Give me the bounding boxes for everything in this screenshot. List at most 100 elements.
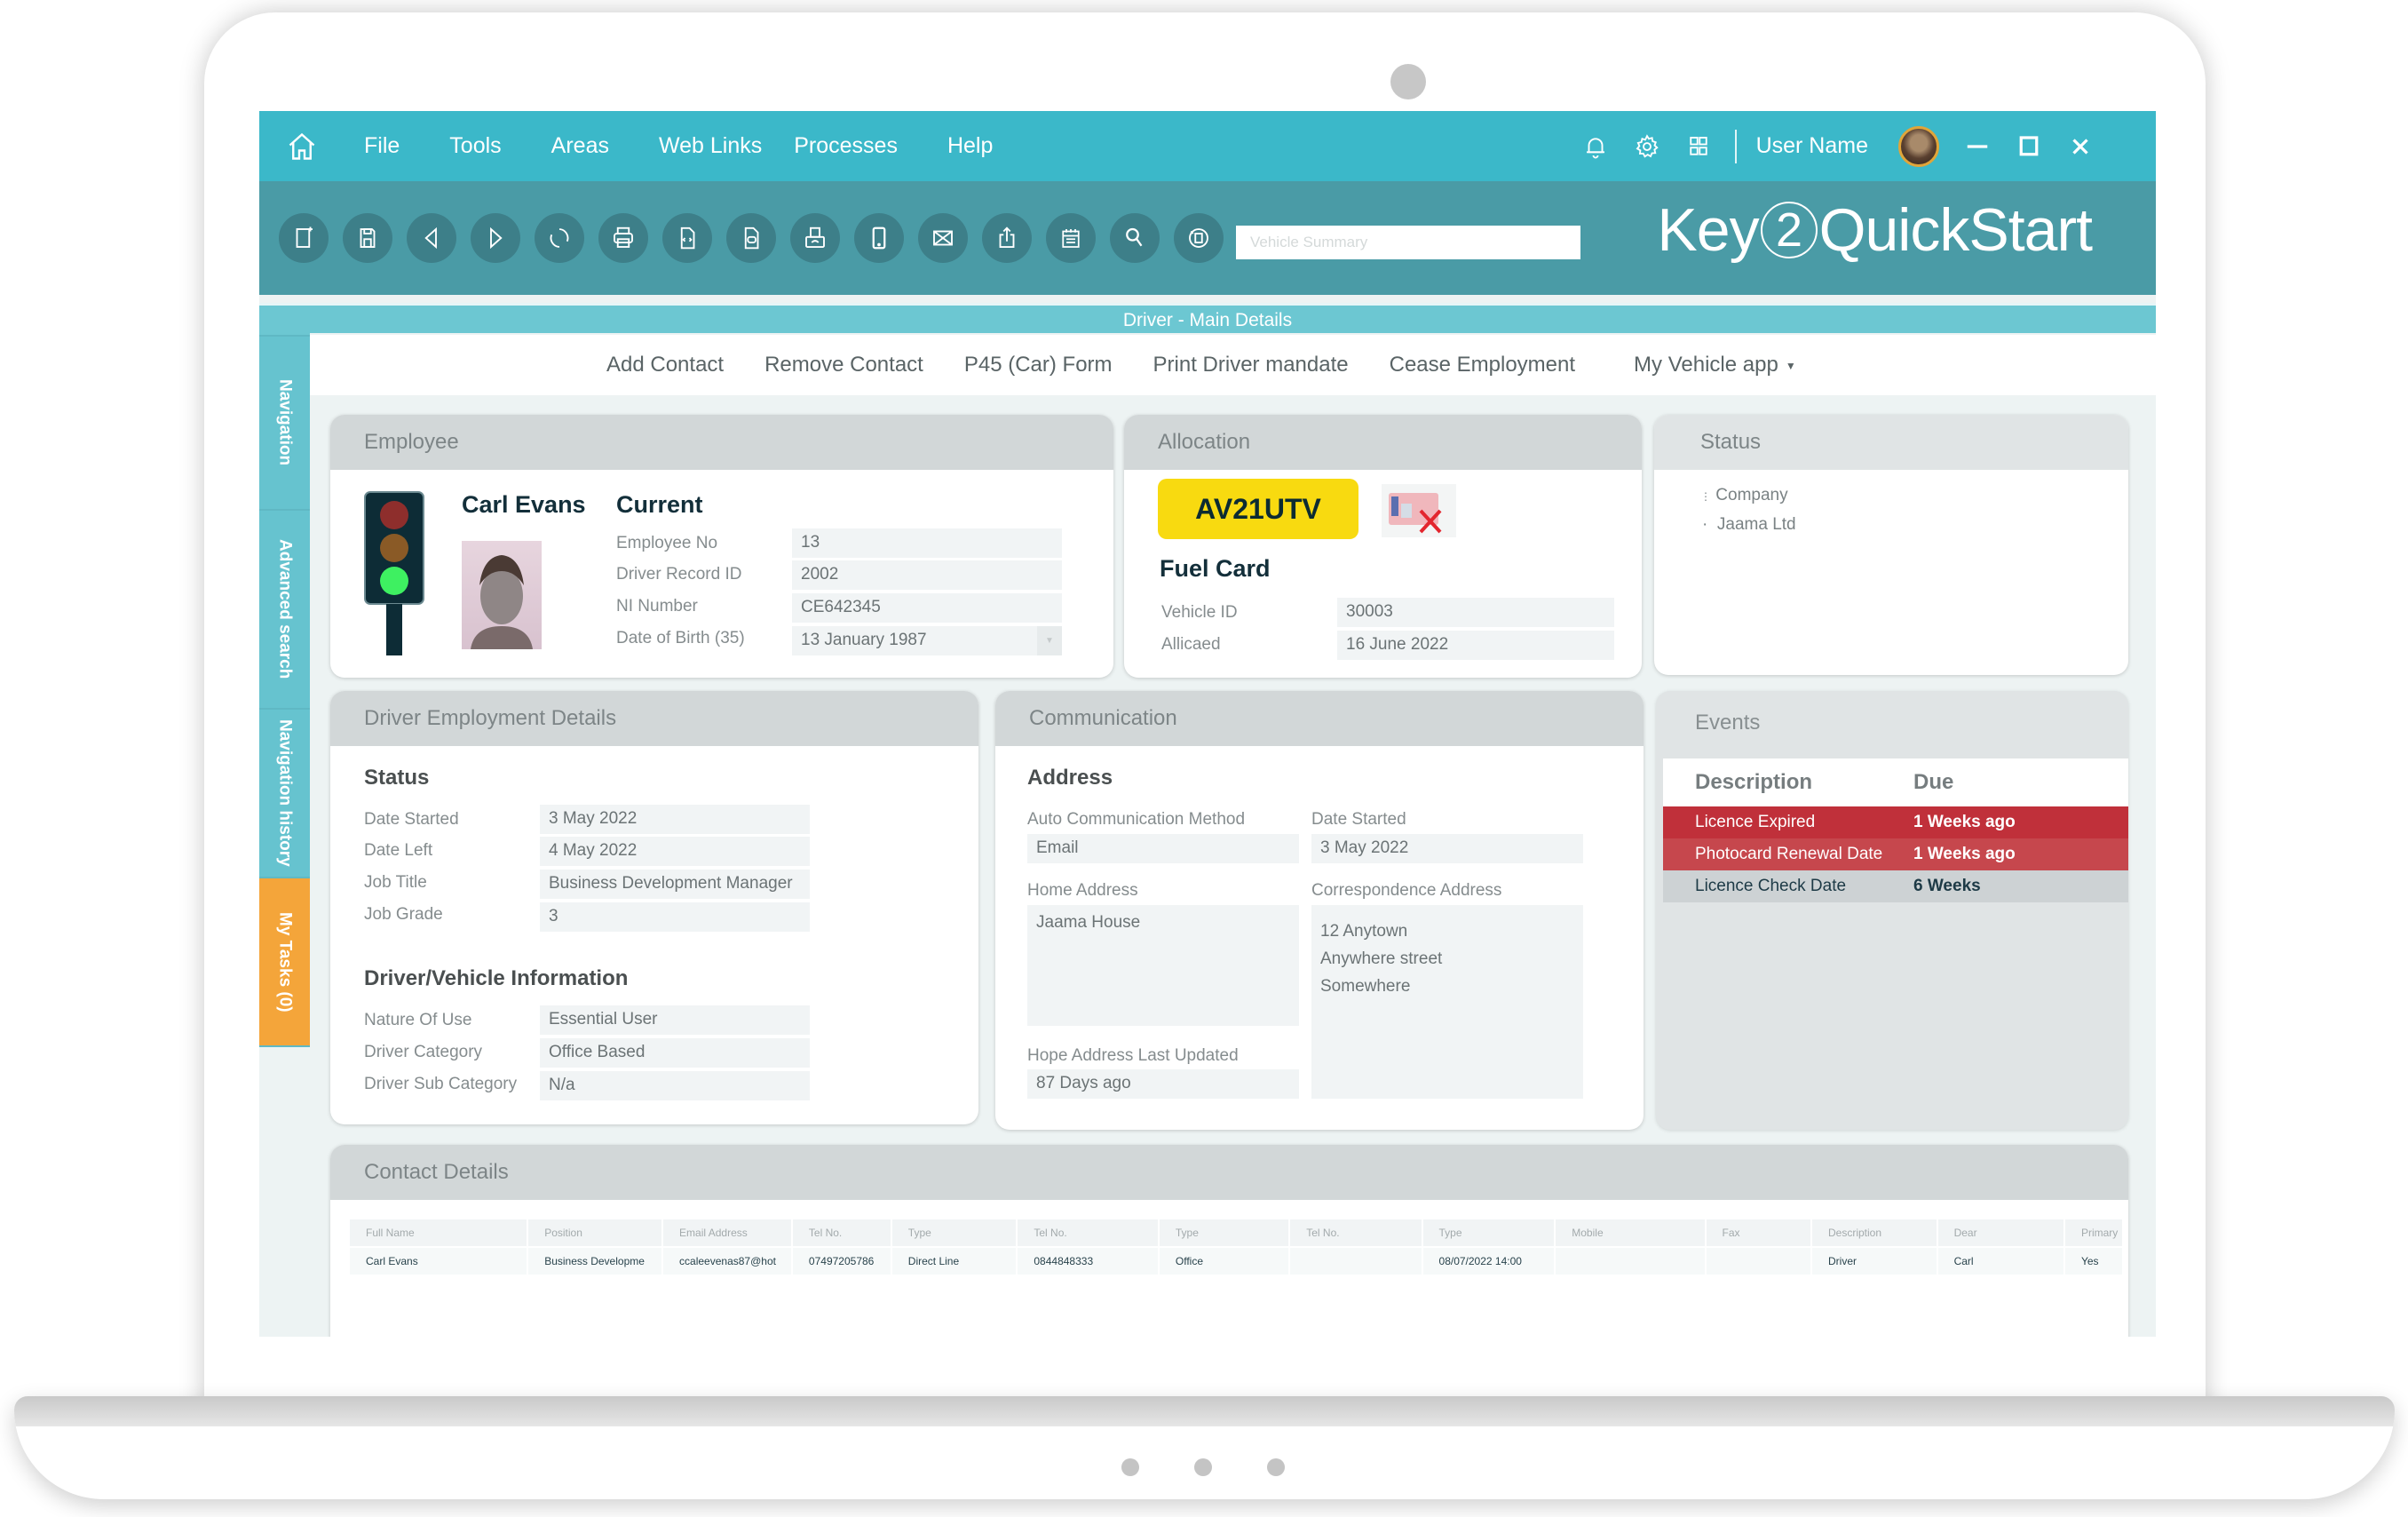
- communication-date-started-field[interactable]: 3 May 2022: [1311, 834, 1583, 863]
- menu-areas[interactable]: Areas: [551, 133, 609, 159]
- contact-cell: Yes: [2064, 1248, 2122, 1275]
- save-button[interactable]: [343, 213, 392, 263]
- field-label: Date of Birth (35): [616, 629, 745, 647]
- field-label: Auto Communication Method: [1027, 810, 1246, 829]
- event-row[interactable]: Photocard Renewal Date 1 Weeks ago: [1663, 838, 2128, 870]
- vehicle-summary-search-input[interactable]: [1236, 226, 1580, 259]
- document-export-button[interactable]: [662, 213, 712, 263]
- ni-number-field[interactable]: CE642345: [792, 593, 1062, 623]
- close-icon[interactable]: [2067, 133, 2094, 160]
- allocated-date-field[interactable]: 16 June 2022: [1337, 631, 1614, 660]
- correspondence-address-field[interactable]: 12 Anytown Anywhere street Somewhere: [1311, 905, 1583, 1099]
- contact-cell: [1706, 1248, 1810, 1275]
- job-grade-field[interactable]: 3: [540, 902, 810, 932]
- panel-title: Contact Details: [330, 1145, 2128, 1200]
- contact-row[interactable]: Carl Evans Business Developme ccaleevenas8…: [350, 1248, 2122, 1275]
- menu-right-controls: User Name: [1557, 111, 2094, 181]
- column-header[interactable]: Dear: [1937, 1219, 2063, 1246]
- event-due: 1 Weeks ago: [1913, 813, 2016, 831]
- history-button[interactable]: [1174, 213, 1224, 263]
- event-row[interactable]: Licence Check Date 6 Weeks: [1663, 870, 2128, 902]
- column-header[interactable]: Type: [1422, 1219, 1555, 1246]
- column-header[interactable]: Mobile: [1556, 1219, 1705, 1246]
- share-button[interactable]: [982, 213, 1032, 263]
- my-vehicle-app-label: My Vehicle app: [1634, 353, 1778, 377]
- vehicle-id-field[interactable]: 30003: [1337, 598, 1614, 627]
- column-header[interactable]: Tel No.: [1290, 1219, 1422, 1246]
- column-header[interactable]: Tel No.: [1018, 1219, 1158, 1246]
- driver-record-id-field[interactable]: 2002: [792, 560, 1062, 590]
- date-of-birth-field[interactable]: 13 January 1987 ▼: [792, 626, 1062, 655]
- tree-expand-icon[interactable]: ⋮: [1700, 490, 1711, 503]
- column-header[interactable]: Position: [528, 1219, 662, 1246]
- menu-processes[interactable]: Processes: [794, 133, 898, 159]
- mobile-button[interactable]: [854, 213, 904, 263]
- indicator-dot: [1121, 1458, 1139, 1476]
- new-document-button[interactable]: [279, 213, 329, 263]
- maximize-icon[interactable]: [2016, 133, 2042, 160]
- nature-of-use-field[interactable]: Essential User: [540, 1005, 810, 1035]
- contact-details-panel: Contact Details Full Name Position Email A…: [330, 1145, 2128, 1337]
- home-icon[interactable]: [286, 131, 318, 163]
- home-address-last-updated-field[interactable]: 87 Days ago: [1027, 1069, 1299, 1099]
- email-button[interactable]: [918, 213, 968, 263]
- date-left-field[interactable]: 4 May 2022: [540, 837, 810, 866]
- column-header[interactable]: Type: [1159, 1219, 1289, 1246]
- sidebar-tab-my-tasks[interactable]: My Tasks (0): [259, 878, 310, 1047]
- user-avatar[interactable]: [1898, 125, 1939, 167]
- my-vehicle-app-dropdown[interactable]: My Vehicle app ▼: [1634, 353, 1796, 377]
- apps-grid-icon[interactable]: [1685, 133, 1712, 160]
- employee-no-field[interactable]: 13: [792, 528, 1062, 558]
- column-header[interactable]: Email Address: [663, 1219, 791, 1246]
- column-header[interactable]: Type: [891, 1219, 1017, 1246]
- p45-form-button[interactable]: P45 (Car) Form: [964, 353, 1113, 377]
- panel-title: Events: [1695, 711, 1761, 735]
- bell-icon[interactable]: [1582, 133, 1609, 160]
- vehicle-registration-plate[interactable]: AV21UTV: [1158, 479, 1358, 539]
- driver-category-field[interactable]: Office Based: [540, 1038, 810, 1068]
- event-description: Photocard Renewal Date: [1695, 845, 1883, 863]
- sidebar-tab-navigation-history[interactable]: Navigation history: [259, 710, 310, 878]
- driver-sub-category-field[interactable]: N/a: [540, 1071, 810, 1100]
- job-title-field[interactable]: Business Development Manager: [540, 870, 810, 899]
- menu-bar: File Tools Areas Web Links Processes Hel…: [259, 111, 2156, 181]
- home-address-field[interactable]: Jaama House: [1027, 905, 1299, 1026]
- column-header[interactable]: Primary: [2064, 1219, 2122, 1246]
- field-label: Correspondence Address: [1311, 881, 1502, 900]
- user-name[interactable]: User Name: [1756, 133, 1868, 159]
- print-driver-mandate-button[interactable]: Print Driver mandate: [1153, 353, 1349, 377]
- column-header-description[interactable]: Description: [1663, 770, 1913, 795]
- fax-button[interactable]: [790, 213, 840, 263]
- event-row[interactable]: Licence Expired 1 Weeks ago: [1663, 806, 2128, 838]
- sidebar-tab-advanced-search[interactable]: Advanced search: [259, 511, 310, 710]
- tree-node-company[interactable]: ⋮ Company: [1700, 486, 1788, 505]
- calendar-button[interactable]: [1046, 213, 1096, 263]
- menu-file[interactable]: File: [364, 133, 400, 159]
- minimize-icon[interactable]: [1964, 133, 1991, 160]
- sidebar-tab-navigation[interactable]: Navigation: [259, 337, 310, 511]
- column-header[interactable]: Tel No.: [792, 1219, 891, 1246]
- dropdown-arrow-icon[interactable]: ▼: [1037, 626, 1062, 655]
- menu-web-links[interactable]: Web Links: [659, 133, 762, 159]
- forward-button[interactable]: [471, 213, 520, 263]
- brand-logo: Key 2 QuickStart: [1657, 195, 2093, 265]
- back-button[interactable]: [407, 213, 456, 263]
- search-button[interactable]: [1110, 213, 1160, 263]
- menu-tools[interactable]: Tools: [449, 133, 501, 159]
- tree-node-jaama-ltd[interactable]: · Jaama Ltd: [1702, 515, 1796, 535]
- column-header-due[interactable]: Due: [1913, 770, 2128, 795]
- print-button[interactable]: [598, 213, 648, 263]
- column-header[interactable]: Fax: [1706, 1219, 1810, 1246]
- menu-help[interactable]: Help: [947, 133, 993, 159]
- column-header[interactable]: Description: [1811, 1219, 1937, 1246]
- add-contact-button[interactable]: Add Contact: [606, 353, 724, 377]
- document-import-button[interactable]: [726, 213, 776, 263]
- cease-employment-button[interactable]: Cease Employment: [1390, 353, 1575, 377]
- auto-communication-method-field[interactable]: Email: [1027, 834, 1299, 863]
- refresh-button[interactable]: [535, 213, 584, 263]
- date-started-field[interactable]: 3 May 2022: [540, 805, 810, 834]
- date-of-birth-value: 13 January 1987: [801, 631, 927, 649]
- column-header[interactable]: Full Name: [350, 1219, 527, 1246]
- remove-contact-button[interactable]: Remove Contact: [764, 353, 923, 377]
- gear-icon[interactable]: [1634, 133, 1660, 160]
